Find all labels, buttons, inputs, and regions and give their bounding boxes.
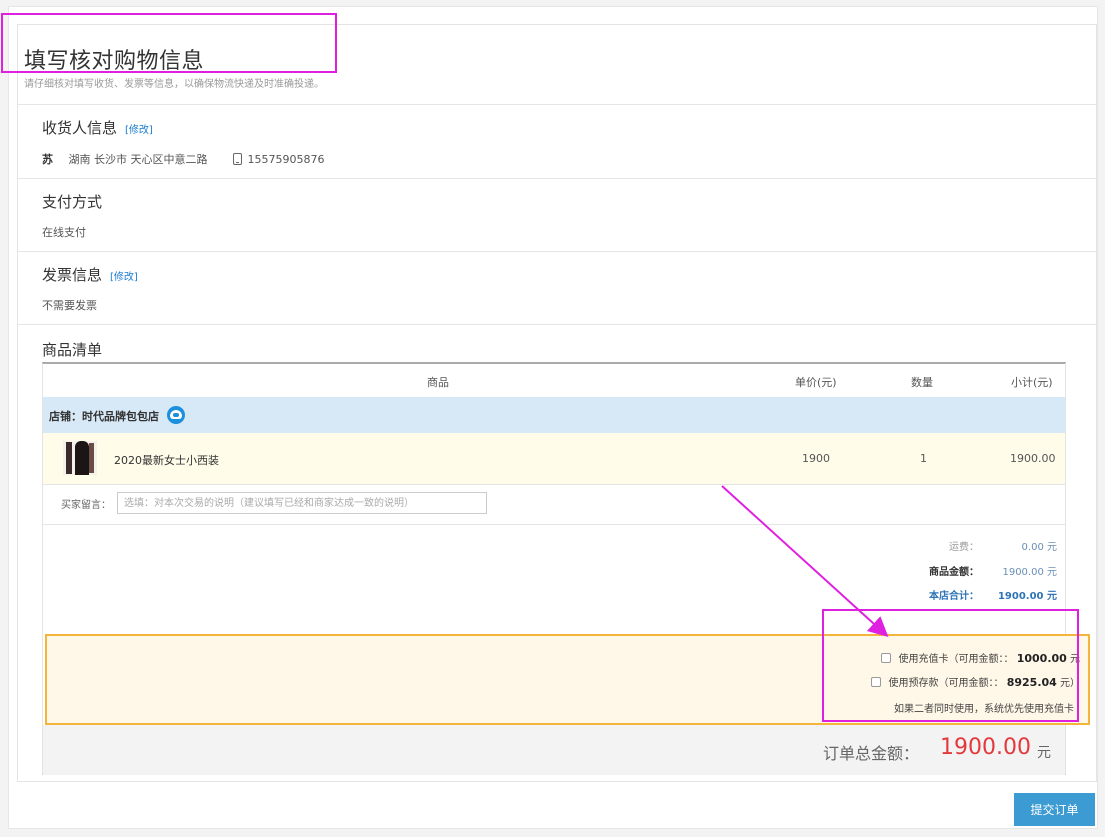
- col-subtotal: 小计(元): [1011, 376, 1053, 389]
- receiver-phone: 15575905876: [247, 153, 325, 166]
- invoice-modify-link[interactable]: [修改]: [110, 272, 138, 283]
- buyer-message-label: 买家留言：: [61, 500, 111, 511]
- shipping-row: 运费： 0.00 元: [765, 538, 1065, 554]
- payment-section: 支付方式 在线支付: [18, 179, 1096, 252]
- order-total-row: 订单总金额： 1900.00 元: [43, 725, 1065, 775]
- col-product: 商品: [427, 376, 449, 389]
- header-block: 填写核对购物信息 请仔细核对填写收货、发票等信息，以确保物流快递及时准确投递。: [18, 25, 1096, 105]
- deposit-unit: 元）: [1060, 678, 1080, 689]
- use-deposit-checkbox[interactable]: [870, 677, 881, 687]
- invoice-section-title: 发票信息 [修改]: [42, 264, 138, 285]
- goods-amount-label: 商品金额：: [929, 567, 979, 578]
- table-row: 2020最新女士小西装 1900 1 1900.00: [43, 433, 1065, 485]
- balance-payment-box: 使用充值卡（可用金额：： 1000.00 元 使用预存款（可用金额：： 8925…: [45, 634, 1090, 725]
- balance-note: 如果二者同时使用，系统优先使用充值卡: [894, 704, 1074, 715]
- receiver-name: 苏: [42, 153, 53, 166]
- page-frame: 填写核对购物信息 请仔细核对填写收货、发票等信息，以确保物流快递及时准确投递。 …: [8, 6, 1098, 829]
- product-subtotal: 1900.00: [1010, 452, 1056, 465]
- goods-section-title: 商品清单: [42, 341, 103, 359]
- store-total-value: 1900.00 元: [997, 591, 1057, 602]
- receiver-section: 收货人信息 [修改] 苏 湖南 长沙市 天心区中意二路 15575905876: [18, 105, 1096, 179]
- store-total-label: 本店合计：: [929, 591, 979, 602]
- shipping-label: 运费：: [949, 542, 979, 553]
- card-unit: 元: [1070, 654, 1080, 665]
- use-deposit-label: 使用预存款（可用金额：：: [888, 678, 1004, 689]
- use-card-row: 使用充值卡（可用金额：： 1000.00 元: [880, 650, 1080, 665]
- store-total-row: 本店合计： 1900.00 元: [765, 587, 1065, 603]
- payment-section-title: 支付方式: [42, 193, 103, 211]
- use-card-checkbox[interactable]: [880, 653, 891, 663]
- store-name: 店铺：时代品牌包包店: [49, 410, 159, 423]
- product-name[interactable]: 2020最新女士小西装: [114, 452, 219, 468]
- receiver-title-text: 收货人信息: [42, 119, 118, 137]
- goods-table: 商品 单价(元) 数量 小计(元) 店铺：时代品牌包包店 2020最新女士小西装…: [42, 362, 1090, 775]
- invoice-title-text: 发票信息: [42, 266, 103, 284]
- use-card-label: 使用充值卡（可用金额：：: [898, 654, 1014, 665]
- chat-icon[interactable]: [167, 406, 185, 424]
- buyer-message-input[interactable]: [117, 492, 487, 514]
- receiver-details: 苏 湖南 长沙市 天心区中意二路 15575905876: [42, 151, 324, 167]
- goods-amount-value: 1900.00 元: [1002, 567, 1057, 578]
- product-quantity: 1: [920, 452, 927, 465]
- receiver-modify-link[interactable]: [修改]: [125, 125, 153, 136]
- page-title: 填写核对购物信息: [24, 49, 205, 74]
- store-row: 店铺：时代品牌包包店: [43, 397, 1065, 434]
- order-container: 填写核对购物信息 请仔细核对填写收货、发票等信息，以确保物流快递及时准确投递。 …: [17, 24, 1097, 782]
- order-total-unit: 元: [1037, 745, 1051, 761]
- product-thumbnail[interactable]: [63, 441, 97, 475]
- goods-amount-row: 商品金额： 1900.00 元: [765, 563, 1065, 579]
- receiver-section-title: 收货人信息 [修改]: [42, 117, 153, 138]
- shipping-value: 0.00 元: [1021, 542, 1057, 553]
- page-subtitle: 请仔细核对填写收货、发票等信息，以确保物流快递及时准确投递。: [24, 79, 324, 90]
- order-total-label: 订单总金额：: [822, 744, 919, 763]
- card-amount: 1000.00: [1016, 652, 1067, 665]
- deposit-amount: 8925.04: [1006, 676, 1057, 689]
- receiver-address: 湖南 长沙市 天心区中意二路: [68, 153, 208, 166]
- invoice-value: 不需要发票: [42, 299, 97, 312]
- col-unit-price: 单价(元): [795, 376, 837, 389]
- submit-order-button[interactable]: 提交订单: [1014, 793, 1095, 826]
- order-total-value: 1900.00: [940, 735, 1031, 760]
- payment-method: 在线支付: [42, 226, 86, 239]
- table-header: 商品 单价(元) 数量 小计(元): [43, 364, 1065, 398]
- product-price: 1900: [802, 452, 830, 465]
- col-quantity: 数量: [911, 376, 933, 389]
- invoice-section: 发票信息 [修改] 不需要发票: [18, 252, 1096, 325]
- buyer-message-row: 买家留言：: [43, 484, 1065, 525]
- phone-icon: [233, 153, 242, 165]
- use-deposit-row: 使用预存款（可用金额：： 8925.04 元）: [870, 674, 1080, 689]
